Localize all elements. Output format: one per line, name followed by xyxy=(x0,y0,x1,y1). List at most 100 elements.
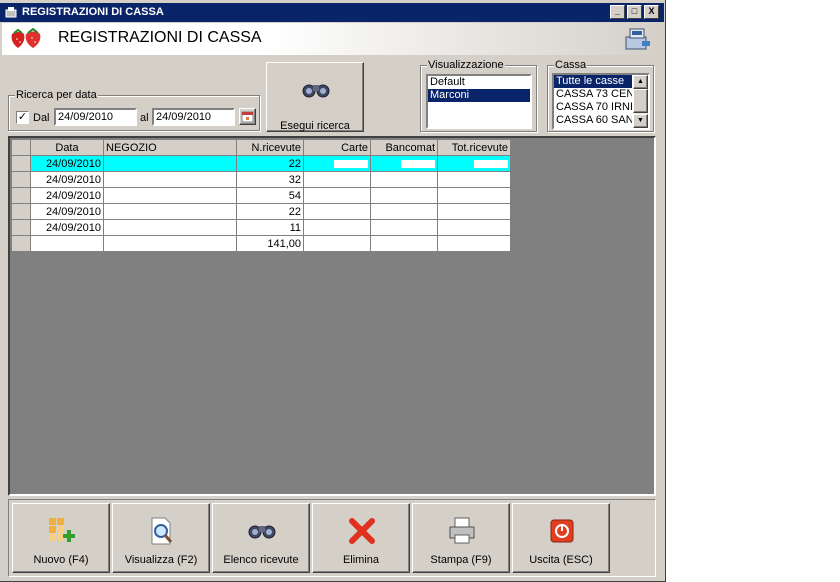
minimize-button[interactable]: _ xyxy=(610,5,625,19)
cash-register-icon xyxy=(625,28,650,50)
cell-nricevute[interactable]: 11 xyxy=(236,219,304,236)
cell-nricevute[interactable]: 22 xyxy=(236,203,304,220)
row-indicator-header xyxy=(11,139,31,156)
grid-area: Data NEGOZIO N.ricevute Carte Bancomat T… xyxy=(8,136,656,496)
page-title: REGISTRAZIONI DI CASSA xyxy=(58,29,262,46)
view-option-default[interactable]: Default xyxy=(428,76,530,89)
printer-icon xyxy=(449,517,475,544)
cell-bancomat-redacted[interactable] xyxy=(370,187,438,204)
app-icon xyxy=(5,7,17,18)
cell-negozio[interactable] xyxy=(103,219,237,236)
date-filter-checkbox[interactable]: ✓ xyxy=(16,111,29,124)
uscita-button[interactable]: Uscita (ESC) xyxy=(512,503,610,573)
cell-data[interactable]: 24/09/2010 xyxy=(30,203,104,220)
cell-carte-redacted[interactable] xyxy=(303,203,371,220)
cell-data[interactable]: 24/09/2010 xyxy=(30,187,104,204)
elenco-ricevute-button[interactable]: Elenco ricevute xyxy=(212,503,310,573)
cell-nricevute[interactable]: 32 xyxy=(236,171,304,188)
stampa-label: Stampa (F9) xyxy=(430,554,492,566)
cell-bancomat-redacted[interactable] xyxy=(370,203,438,220)
table-row[interactable]: 24/09/2010 22 xyxy=(11,155,511,172)
cell-negozio[interactable] xyxy=(103,171,237,188)
from-label: Dal xyxy=(33,112,50,124)
cell-carte-redacted[interactable] xyxy=(303,171,371,188)
cell-tot-redacted[interactable] xyxy=(437,219,511,236)
view-listbox[interactable]: Default Marconi xyxy=(426,74,532,129)
new-grid-icon xyxy=(49,518,75,542)
cell-tot-redacted[interactable] xyxy=(437,155,511,172)
col-nricevute-header[interactable]: N.ricevute xyxy=(236,139,304,156)
col-negozio-header[interactable]: NEGOZIO xyxy=(103,139,237,156)
cell-nricevute[interactable]: 54 xyxy=(236,187,304,204)
table-row[interactable]: 24/09/2010 22 xyxy=(11,203,511,220)
cell-carte-redacted[interactable] xyxy=(303,187,371,204)
close-button[interactable]: X xyxy=(644,5,659,19)
cell-carte-redacted[interactable] xyxy=(303,219,371,236)
calendar-button[interactable] xyxy=(239,108,256,125)
view-option-marconi[interactable]: Marconi xyxy=(428,89,530,102)
total-tot-redacted xyxy=(437,235,511,252)
date-search-legend: Ricerca per data xyxy=(15,89,98,101)
col-totricevute-header[interactable]: Tot.ricevute xyxy=(437,139,511,156)
to-label: al xyxy=(140,112,149,124)
cassa-option[interactable]: CASSA 70 IRNE xyxy=(554,101,632,114)
cassa-option-all[interactable]: Tutte le casse xyxy=(554,75,632,88)
scroll-up-button[interactable]: ▲ xyxy=(633,75,648,89)
elimina-label: Elimina xyxy=(342,554,380,566)
elimina-button[interactable]: Elimina xyxy=(312,503,410,573)
cell-data[interactable]: 24/09/2010 xyxy=(30,155,104,172)
table-row[interactable]: 24/09/2010 11 xyxy=(11,219,511,236)
power-exit-icon xyxy=(550,519,574,543)
search-button[interactable]: Esegui ricerca xyxy=(266,62,364,132)
cell-negozio[interactable] xyxy=(103,155,237,172)
registrations-grid[interactable]: Data NEGOZIO N.ricevute Carte Bancomat T… xyxy=(11,139,511,252)
maximize-button[interactable]: □ xyxy=(627,5,642,19)
strawberry-logo-icon xyxy=(11,28,41,48)
to-date-field[interactable]: 24/09/2010 xyxy=(152,108,235,126)
bottom-toolbar: Nuovo (F4) Visualizza (F2) Elenco ricevu… xyxy=(8,499,656,577)
cassa-group: Cassa Tutte le casse CASSA 73 CEN CASSA … xyxy=(547,59,654,132)
cell-data[interactable]: 24/09/2010 xyxy=(30,219,104,236)
cell-bancomat-redacted[interactable] xyxy=(370,171,438,188)
cell-negozio[interactable] xyxy=(103,187,237,204)
view-group: Visualizzazione Default Marconi xyxy=(420,59,537,132)
cell-bancomat-redacted[interactable] xyxy=(370,155,438,172)
cell-tot-redacted[interactable] xyxy=(437,203,511,220)
table-row[interactable]: 24/09/2010 54 xyxy=(11,187,511,204)
search-button-label: Esegui ricerca xyxy=(280,120,350,132)
view-legend: Visualizzazione xyxy=(427,59,505,71)
calendar-icon xyxy=(241,111,254,123)
cassa-scrollbar[interactable]: ▲ ▼ xyxy=(633,75,648,128)
cell-carte-redacted[interactable] xyxy=(303,155,371,172)
cassa-listbox[interactable]: Tutte le casse CASSA 73 CEN CASSA 70 IRN… xyxy=(552,73,650,130)
visualizza-button[interactable]: Visualizza (F2) xyxy=(112,503,210,573)
cell-tot-redacted[interactable] xyxy=(437,171,511,188)
cassa-option[interactable]: CASSA 73 CEN xyxy=(554,88,632,101)
stampa-button[interactable]: Stampa (F9) xyxy=(412,503,510,573)
cassa-legend: Cassa xyxy=(554,59,588,71)
main-window: REGISTRAZIONI DI CASSA _ □ X REGISTRAZIO… xyxy=(0,0,666,582)
scroll-down-button[interactable]: ▼ xyxy=(633,114,648,128)
grid-header-row: Data NEGOZIO N.ricevute Carte Bancomat T… xyxy=(11,139,511,156)
col-carte-header[interactable]: Carte xyxy=(303,139,371,156)
col-data-header[interactable]: Data xyxy=(30,139,104,156)
delete-x-icon xyxy=(349,518,375,544)
cassa-option[interactable]: CASSA 60 SAN xyxy=(554,114,632,127)
cell-data[interactable]: 24/09/2010 xyxy=(30,171,104,188)
binoculars-icon xyxy=(302,84,330,98)
scroll-thumb[interactable] xyxy=(633,89,648,113)
cell-bancomat-redacted[interactable] xyxy=(370,219,438,236)
nuovo-button[interactable]: Nuovo (F4) xyxy=(12,503,110,573)
cell-negozio[interactable] xyxy=(103,203,237,220)
binoculars-icon xyxy=(248,525,276,539)
title-bar[interactable]: REGISTRAZIONI DI CASSA _ □ X xyxy=(0,3,664,22)
col-bancomat-header[interactable]: Bancomat xyxy=(370,139,438,156)
magnifier-document-icon xyxy=(151,517,173,545)
window-title: REGISTRAZIONI DI CASSA xyxy=(22,6,164,18)
cell-nricevute[interactable]: 22 xyxy=(236,155,304,172)
cell-tot-redacted[interactable] xyxy=(437,187,511,204)
from-date-field[interactable]: 24/09/2010 xyxy=(54,108,137,126)
totals-row: 141,00 xyxy=(11,235,511,252)
table-row[interactable]: 24/09/2010 32 xyxy=(11,171,511,188)
nuovo-label: Nuovo (F4) xyxy=(33,554,89,566)
